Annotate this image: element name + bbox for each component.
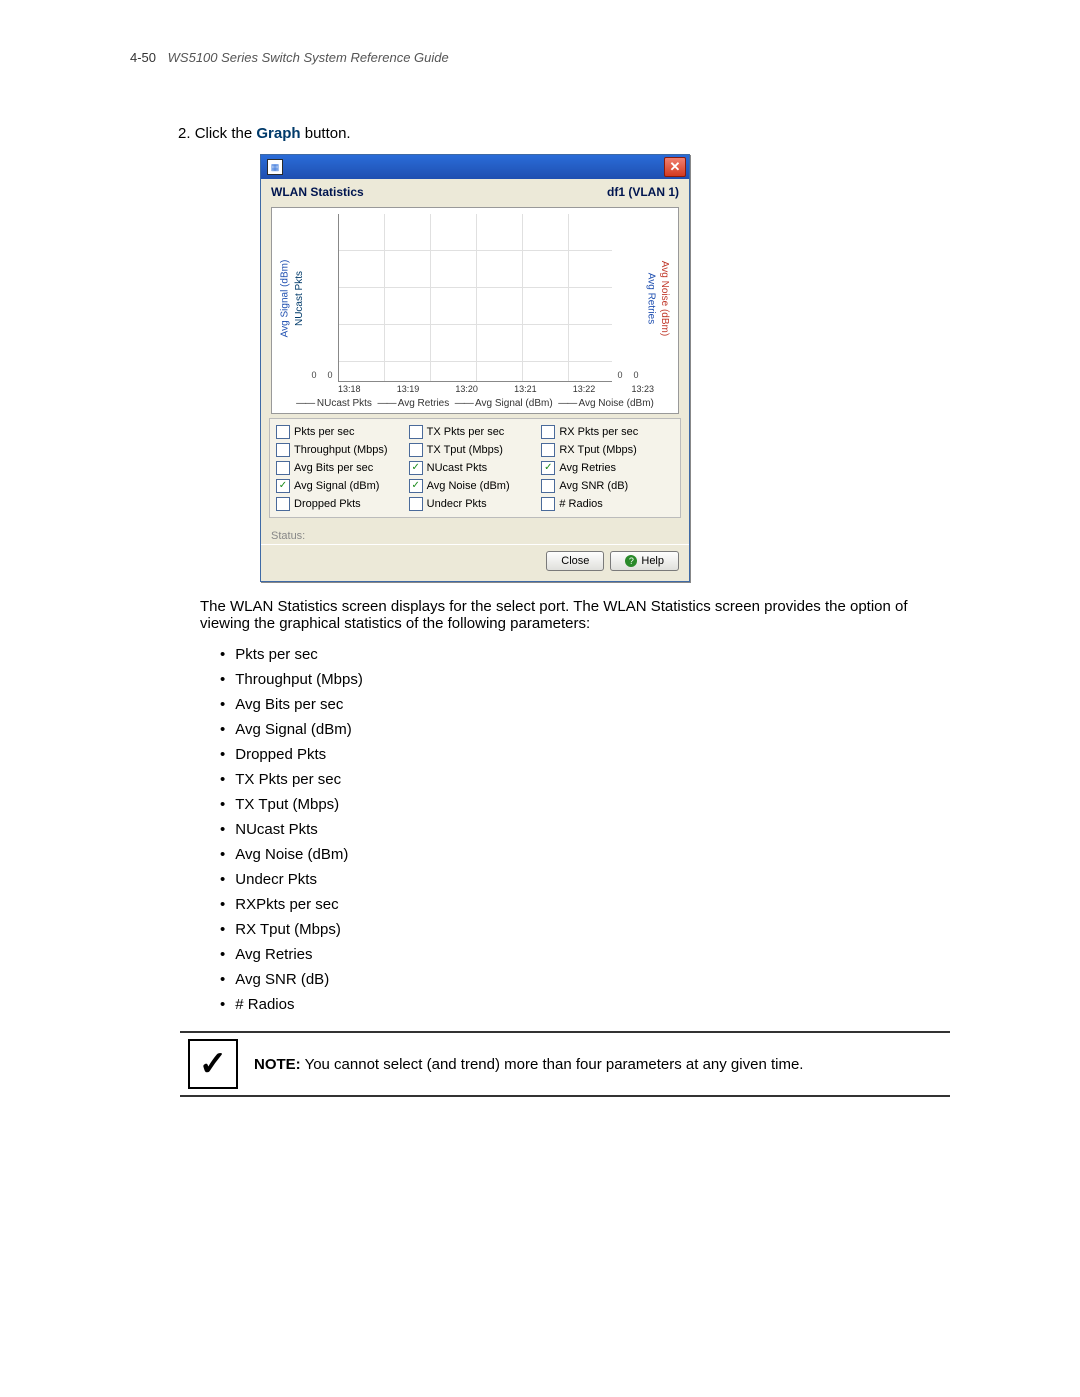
list-item: TX Tput (Mbps) bbox=[220, 792, 950, 817]
list-item: Avg Signal (dBm) bbox=[220, 717, 950, 742]
dropped-pkts-checkbox[interactable]: Dropped Pkts bbox=[276, 495, 409, 513]
y-zero-left-inner: 0 bbox=[327, 370, 332, 380]
checkbox-label: Avg Noise (dBm) bbox=[427, 480, 510, 492]
page-number: 4-50 bbox=[130, 50, 156, 65]
rx-pkts-per-sec-checkbox[interactable]: RX Pkts per sec bbox=[541, 423, 674, 441]
checkbox-label: Avg Bits per sec bbox=[294, 462, 373, 474]
checkbox-icon[interactable] bbox=[276, 461, 290, 475]
rx-tput-checkbox[interactable]: RX Tput (Mbps) bbox=[541, 441, 674, 459]
list-item: Avg Retries bbox=[220, 942, 950, 967]
checkbox-icon[interactable] bbox=[409, 479, 423, 493]
checkbox-icon[interactable] bbox=[541, 461, 555, 475]
checkbox-label: Pkts per sec bbox=[294, 426, 355, 438]
avg-signal-checkbox[interactable]: Avg Signal (dBm) bbox=[276, 477, 409, 495]
chart-panel: Avg Signal (dBm) NUcast Pkts 0 0 0 0 Avg… bbox=[271, 207, 679, 414]
list-item: Avg SNR (dB) bbox=[220, 967, 950, 992]
checkbox-label: Undecr Pkts bbox=[427, 498, 487, 510]
tx-pkts-per-sec-checkbox[interactable]: TX Pkts per sec bbox=[409, 423, 542, 441]
list-item: Pkts per sec bbox=[220, 642, 950, 667]
list-item: Avg Bits per sec bbox=[220, 692, 950, 717]
chart-plot-area bbox=[338, 214, 612, 382]
list-item: Dropped Pkts bbox=[220, 742, 950, 767]
avg-snr-checkbox[interactable]: Avg SNR (dB) bbox=[541, 477, 674, 495]
radios-checkbox[interactable]: # Radios bbox=[541, 495, 674, 513]
checkbox-label: Avg Retries bbox=[559, 462, 616, 474]
checkbox-icon[interactable] bbox=[541, 425, 555, 439]
checkbox-label: Throughput (Mbps) bbox=[294, 444, 388, 456]
checkbox-label: # Radios bbox=[559, 498, 602, 510]
close-icon[interactable]: ✕ bbox=[664, 157, 686, 177]
note-text: NOTE: You cannot select (and trend) more… bbox=[254, 1056, 803, 1073]
checkbox-icon[interactable] bbox=[276, 443, 290, 457]
y-zero-right-inner: 0 bbox=[617, 370, 622, 380]
y-axis-avg-signal-label: Avg Signal (dBm) bbox=[278, 214, 292, 382]
avg-retries-checkbox[interactable]: Avg Retries bbox=[541, 459, 674, 477]
list-item: Throughput (Mbps) bbox=[220, 667, 950, 692]
status-bar: Status: bbox=[261, 526, 689, 544]
tx-tput-checkbox[interactable]: TX Tput (Mbps) bbox=[409, 441, 542, 459]
doc-title: WS5100 Series Switch System Reference Gu… bbox=[168, 50, 449, 65]
note-box: ✓ NOTE: You cannot select (and trend) mo… bbox=[180, 1031, 950, 1097]
close-button[interactable]: Close bbox=[546, 551, 604, 571]
checkbox-label: Avg Signal (dBm) bbox=[294, 480, 379, 492]
pkts-per-sec-checkbox[interactable]: Pkts per sec bbox=[276, 423, 409, 441]
parameter-checkbox-grid: Pkts per sec TX Pkts per sec RX Pkts per s… bbox=[269, 418, 681, 518]
instruction-step: 2. Click the Graph button. bbox=[178, 125, 950, 142]
y-axis-avg-noise-label: Avg Noise (dBm) bbox=[658, 214, 672, 382]
checkbox-icon[interactable] bbox=[276, 497, 290, 511]
list-item: NUcast Pkts bbox=[220, 817, 950, 842]
list-item: Avg Noise (dBm) bbox=[220, 842, 950, 867]
wlan-statistics-dialog: ▦ ✕ WLAN Statistics df1 (VLAN 1) Avg Sig… bbox=[260, 154, 690, 582]
checkbox-label: RX Tput (Mbps) bbox=[559, 444, 636, 456]
avg-bits-checkbox[interactable]: Avg Bits per sec bbox=[276, 459, 409, 477]
y-zero-left-outer: 0 bbox=[311, 370, 316, 380]
checkbox-icon[interactable] bbox=[541, 497, 555, 511]
list-item: RXPkts per sec bbox=[220, 892, 950, 917]
checkbox-label: TX Pkts per sec bbox=[427, 426, 505, 438]
page-header: 4-50 WS5100 Series Switch System Referen… bbox=[130, 50, 950, 65]
x-axis-ticks: 13:18 13:19 13:20 13:21 13:22 13:23 bbox=[338, 384, 654, 394]
checkbox-label: Dropped Pkts bbox=[294, 498, 361, 510]
list-item: RX Tput (Mbps) bbox=[220, 917, 950, 942]
checkbox-icon[interactable] bbox=[409, 497, 423, 511]
checkbox-label: NUcast Pkts bbox=[427, 462, 488, 474]
help-button[interactable]: ? Help bbox=[610, 551, 679, 571]
dialog-title-left: WLAN Statistics bbox=[271, 185, 364, 199]
checkbox-icon[interactable] bbox=[409, 425, 423, 439]
throughput-checkbox[interactable]: Throughput (Mbps) bbox=[276, 441, 409, 459]
list-item: TX Pkts per sec bbox=[220, 767, 950, 792]
avg-noise-checkbox[interactable]: Avg Noise (dBm) bbox=[409, 477, 542, 495]
checkbox-label: RX Pkts per sec bbox=[559, 426, 638, 438]
title-bar: ▦ ✕ bbox=[261, 155, 689, 179]
checkbox-icon[interactable] bbox=[541, 479, 555, 493]
window-icon: ▦ bbox=[267, 159, 283, 175]
parameter-list: Pkts per secThroughput (Mbps)Avg Bits pe… bbox=[220, 642, 950, 1017]
y-axis-avg-retries-label: Avg Retries bbox=[644, 214, 658, 382]
checkbox-icon[interactable] bbox=[409, 461, 423, 475]
checkmark-icon: ✓ bbox=[188, 1039, 238, 1089]
checkbox-label: TX Tput (Mbps) bbox=[427, 444, 503, 456]
checkbox-icon[interactable] bbox=[409, 443, 423, 457]
list-item: # Radios bbox=[220, 992, 950, 1017]
checkbox-icon[interactable] bbox=[276, 425, 290, 439]
checkbox-icon[interactable] bbox=[276, 479, 290, 493]
undecr-pkts-checkbox[interactable]: Undecr Pkts bbox=[409, 495, 542, 513]
nucast-pkts-checkbox[interactable]: NUcast Pkts bbox=[409, 459, 542, 477]
y-axis-nucast-label: NUcast Pkts bbox=[292, 214, 306, 382]
body-paragraph: The WLAN Statistics screen displays for … bbox=[200, 598, 950, 632]
checkbox-label: Avg SNR (dB) bbox=[559, 480, 628, 492]
help-icon: ? bbox=[625, 555, 637, 567]
y-zero-right-outer: 0 bbox=[633, 370, 638, 380]
dialog-title-right: df1 (VLAN 1) bbox=[607, 185, 679, 199]
chart-legend: —— NUcast Pkts —— Avg Retries —— Avg Sig… bbox=[278, 398, 672, 409]
checkbox-icon[interactable] bbox=[541, 443, 555, 457]
list-item: Undecr Pkts bbox=[220, 867, 950, 892]
